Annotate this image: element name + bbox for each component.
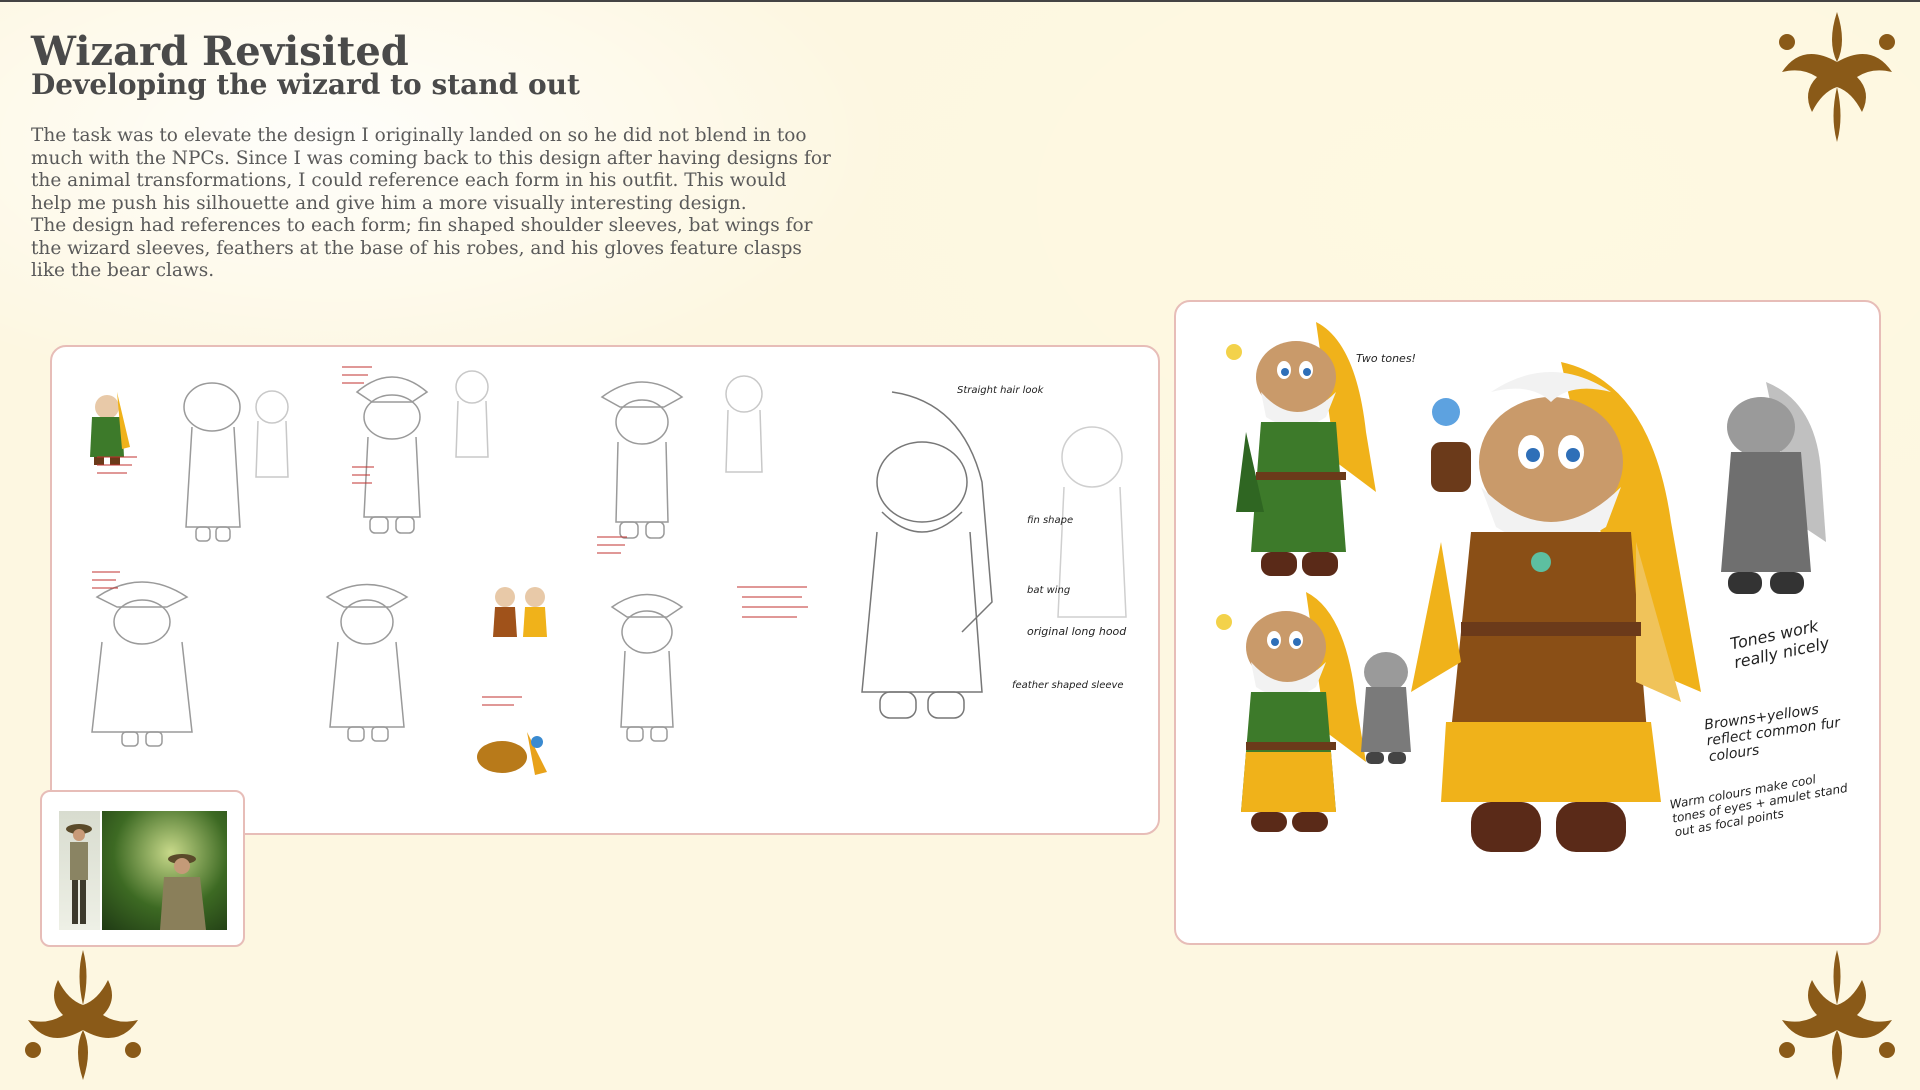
wizard-greyscale-small [1361, 652, 1411, 764]
description-paragraph-2: The design had references to each form; … [31, 215, 813, 281]
note-fin-shape: fin shape [1027, 515, 1074, 526]
note-feather-sleeve: feather shaped sleeve [1012, 680, 1124, 691]
sketch-figure [183, 382, 241, 542]
reference-photo-ranger-standing [59, 811, 100, 930]
color-study-image [1216, 322, 1826, 852]
wizard-greyscale [1721, 382, 1826, 594]
note-two-tones: Two tones! [1356, 352, 1416, 365]
sketch-figure [725, 375, 763, 473]
sketch-figure [610, 593, 684, 742]
sketch-figure [91, 581, 193, 747]
sketch-figure [255, 390, 289, 478]
sketch-sheet-panel: Straight hair look fin shape bat wing or… [50, 345, 1160, 835]
note-straight-hair: Straight hair look [957, 385, 1044, 396]
color-study-panel: Two tones! Tones work really nicely Brow… [1174, 300, 1881, 945]
reference-photo-ranger-forest [102, 811, 227, 930]
page-subtitle: Developing the wizard to stand out [31, 68, 580, 101]
color-thumbnail-pair [493, 587, 547, 637]
note-original-long-hood: original long hood [1027, 625, 1127, 638]
fleur-ornament-bottom-left [25, 950, 141, 1080]
sketch-sheet-image [90, 366, 1127, 775]
note-bat-wing: bat wing [1027, 585, 1071, 596]
color-thumbnail-green [90, 392, 130, 465]
sketch-figure [355, 376, 429, 534]
sketch-figure [325, 583, 409, 742]
description-text: The task was to elevate the design I ori… [31, 125, 831, 283]
sketch-figure-large [861, 391, 993, 719]
wizard-green-version [1226, 322, 1376, 576]
wizard-mixed-version [1216, 592, 1366, 832]
top-border [0, 0, 1920, 2]
fleur-ornament-bottom-right [1779, 950, 1895, 1080]
fleur-ornament-top-right [1779, 12, 1895, 142]
wizard-final-brown-yellow [1411, 362, 1701, 852]
sketch-figure [455, 370, 489, 458]
sketch-figure [600, 381, 684, 539]
color-thumbnail-creatures [477, 732, 547, 775]
description-paragraph-1: The task was to elevate the design I ori… [31, 125, 831, 214]
reference-photo-panel [40, 790, 245, 947]
